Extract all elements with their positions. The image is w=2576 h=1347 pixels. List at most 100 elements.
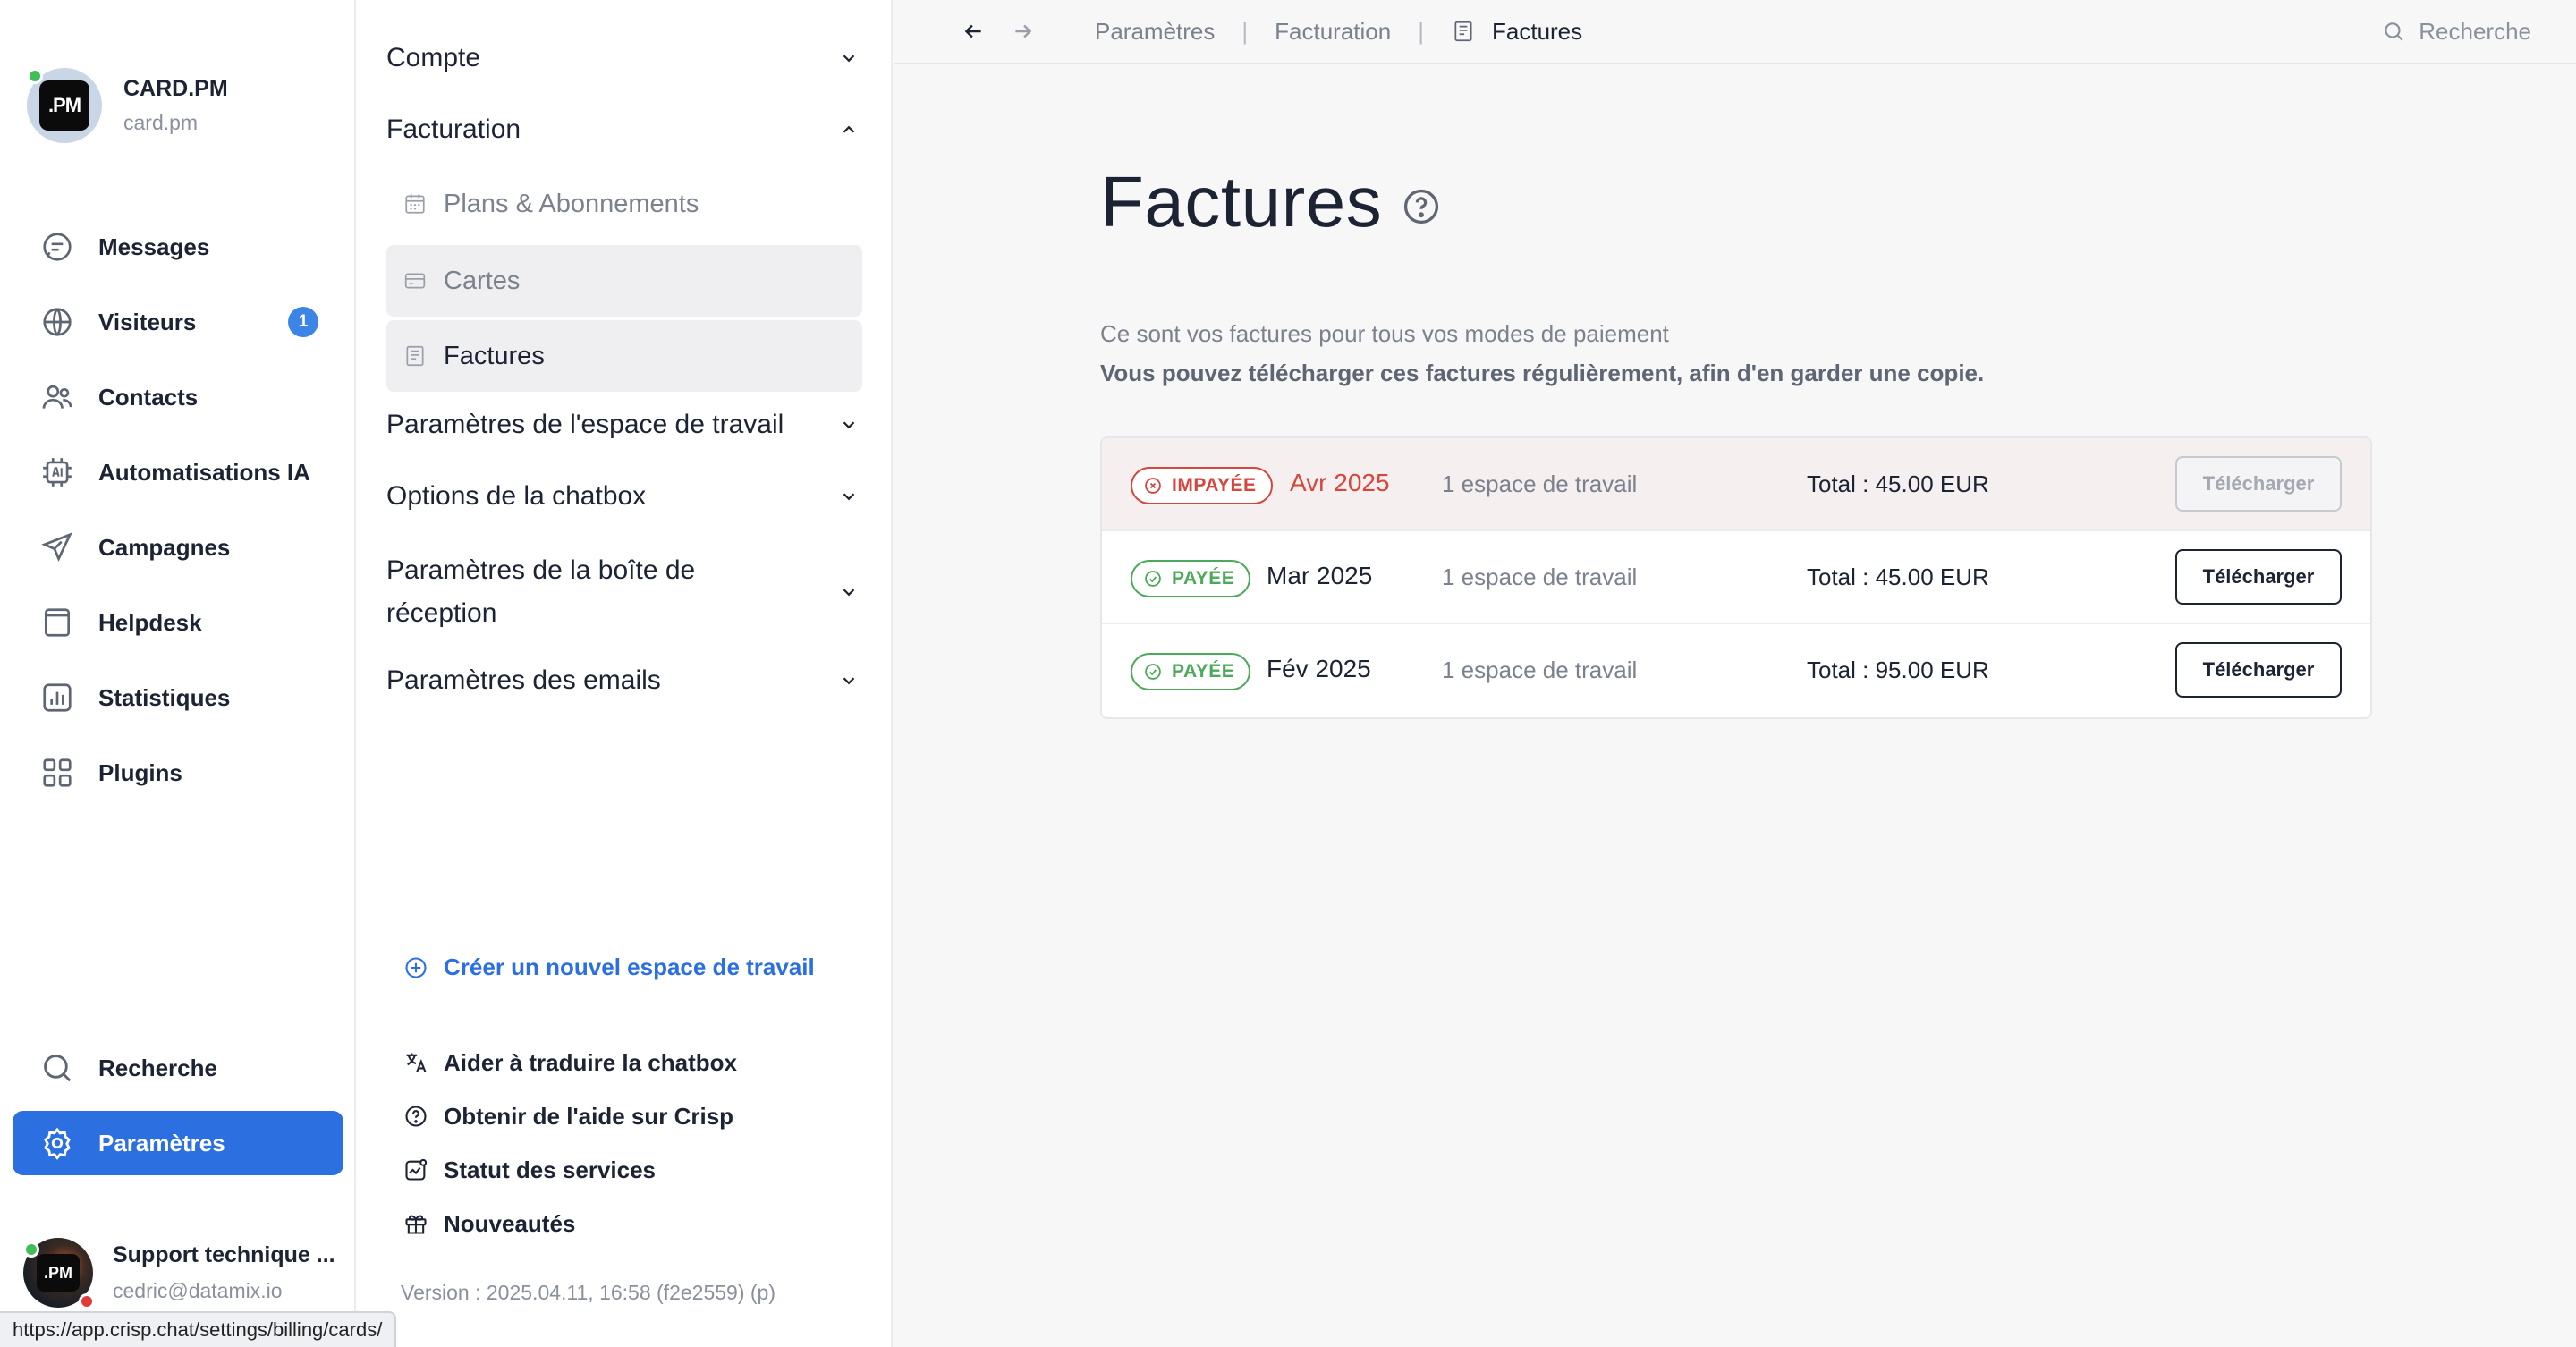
nav-item-parametres[interactable]: Paramètres — [13, 1111, 343, 1175]
plus-circle-icon — [402, 954, 429, 981]
workspace-avatar: .PM — [27, 68, 102, 143]
top-search-button[interactable]: Recherche — [2381, 0, 2531, 63]
nav-item-recherche[interactable]: Recherche — [13, 1036, 343, 1100]
gear-icon — [39, 1125, 75, 1161]
invoice-icon — [1451, 19, 1476, 44]
invoice-total: Total : 45.00 EUR — [1807, 563, 1989, 590]
status-badge: IMPAYÉE — [1131, 467, 1273, 504]
status-label: IMPAYÉE — [1172, 475, 1257, 496]
paper-plane-icon — [39, 529, 75, 565]
nav-item-helpdesk[interactable]: Helpdesk — [13, 590, 343, 655]
nav-item-contacts[interactable]: Contacts — [13, 365, 343, 429]
link-label: Statut des services — [444, 1156, 657, 1183]
breadcrumb-facturation[interactable]: Facturation — [1275, 18, 1391, 46]
breadcrumb-parametres[interactable]: Paramètres — [1095, 18, 1215, 46]
page-description: Ce sont vos factures pour tous vos modes… — [1100, 320, 1669, 347]
workspace-logo: .PM — [39, 80, 89, 131]
chevron-down-icon — [835, 667, 862, 694]
link-service-status[interactable]: Statut des services — [402, 1143, 737, 1197]
workspace-switcher[interactable]: .PM CARD.PM card.pm — [27, 68, 228, 143]
breadcrumb: Paramètres | Facturation | Factures — [1095, 18, 1582, 46]
chevron-down-icon — [835, 45, 862, 72]
download-button[interactable]: Télécharger — [2175, 642, 2342, 698]
section-label: Facturation — [386, 114, 521, 144]
messages-icon — [39, 229, 75, 265]
section-parametres-boite-reception[interactable]: Paramètres de la boîte de réception — [386, 549, 862, 635]
app-root: .PM CARD.PM card.pm Messages Visiteurs 1 — [0, 0, 2576, 1347]
link-translate-chatbox[interactable]: Aider à traduire la chatbox — [402, 1036, 737, 1089]
chart-icon — [39, 680, 75, 716]
download-button[interactable]: Télécharger — [2175, 456, 2342, 512]
section-label: Paramètres de la boîte de réception — [386, 549, 695, 635]
section-compte[interactable]: Compte — [386, 43, 862, 73]
nav-item-automatisations-ia[interactable]: Automatisations IA — [13, 440, 343, 504]
breadcrumb-separator: | — [1241, 17, 1249, 45]
nav-item-statistiques[interactable]: Statistiques — [13, 665, 343, 730]
online-status-dot — [27, 68, 43, 84]
workspace-name: CARD.PM — [123, 76, 228, 101]
chevron-down-icon — [835, 411, 862, 438]
invoice-total: Total : 95.00 EUR — [1807, 657, 1989, 683]
status-badge: PAYÉE — [1131, 560, 1251, 597]
online-status-dot — [23, 1241, 39, 1258]
chevron-down-icon — [835, 483, 862, 510]
section-label: Paramètres des emails — [386, 665, 661, 695]
nav-item-visiteurs[interactable]: Visiteurs 1 — [13, 290, 343, 354]
workspace-domain: card.pm — [123, 111, 199, 134]
check-circle-icon — [1143, 662, 1163, 682]
section-facturation[interactable]: Facturation — [386, 114, 862, 145]
main-sidebar: .PM CARD.PM card.pm Messages Visiteurs 1 — [0, 0, 356, 1347]
nav-item-plugins[interactable]: Plugins — [13, 741, 343, 805]
nav-label: Messages — [98, 233, 210, 260]
help-links: Aider à traduire la chatbox Obtenir de l… — [402, 1036, 737, 1250]
nav-label: Plugins — [98, 758, 182, 786]
table-row: PAYÉE Fév 2025 1 espace de travail Total… — [1102, 624, 2370, 717]
help-circle-icon — [402, 1103, 429, 1130]
link-get-help[interactable]: Obtenir de l'aide sur Crisp — [402, 1089, 737, 1143]
check-circle-icon — [1143, 569, 1163, 589]
page-title: Factures — [1100, 162, 1383, 241]
status-label: PAYÉE — [1172, 661, 1235, 682]
forward-arrow-icon[interactable] — [1005, 13, 1041, 49]
section-options-chatbox[interactable]: Options de la chatbox — [386, 481, 862, 512]
chevron-down-icon — [835, 579, 862, 606]
invoice-workspaces: 1 espace de travail — [1442, 563, 1638, 590]
user-profile[interactable]: .PM Support technique ... cedric@datamix… — [23, 1238, 335, 1309]
section-label-line2: réception — [386, 598, 497, 628]
help-circle-icon[interactable] — [1402, 187, 1441, 226]
breadcrumb-separator: | — [1418, 17, 1424, 45]
menu-item-cartes[interactable]: Cartes — [386, 245, 862, 317]
contacts-icon — [39, 379, 75, 415]
plugins-icon — [39, 755, 75, 791]
top-bar: Paramètres | Facturation | Factures Rech… — [894, 0, 2576, 64]
nav-label: Contacts — [98, 383, 199, 411]
sidebar-bottom-nav: Recherche Paramètres — [13, 1036, 343, 1186]
menu-item-label: Factures — [444, 341, 545, 370]
nav-item-messages[interactable]: Messages — [13, 215, 343, 279]
ai-chip-icon — [39, 454, 75, 490]
visitors-count-badge: 1 — [288, 307, 318, 337]
nav-label: Visiteurs — [98, 308, 197, 335]
nav-item-campagnes[interactable]: Campagnes — [13, 515, 343, 580]
invoice-total: Total : 45.00 EUR — [1807, 470, 1989, 497]
search-icon — [2381, 19, 2406, 44]
notification-dot — [79, 1293, 95, 1309]
link-preview-status-bar: https://app.crisp.chat/settings/billing/… — [0, 1311, 397, 1347]
download-button[interactable]: Télécharger — [2175, 549, 2342, 605]
create-workspace-link[interactable]: Créer un nouvel espace de travail — [402, 953, 815, 981]
page-header: Factures — [1100, 161, 1441, 243]
invoice-icon — [402, 343, 428, 369]
section-parametres-emails[interactable]: Paramètres des emails — [386, 665, 862, 696]
menu-item-plans-abonnements[interactable]: Plans & Abonnements — [386, 168, 862, 240]
search-icon — [39, 1050, 75, 1086]
nav-label: Campagnes — [98, 533, 231, 561]
avatar: .PM — [23, 1238, 95, 1309]
menu-item-label: Plans & Abonnements — [444, 189, 699, 218]
back-arrow-icon[interactable] — [955, 13, 991, 49]
menu-item-factures[interactable]: Factures — [386, 320, 862, 392]
nav-label: Paramètres — [98, 1129, 225, 1156]
top-search-label: Recherche — [2419, 17, 2531, 45]
link-whats-new[interactable]: Nouveautés — [402, 1197, 737, 1250]
invoice-period: Mar 2025 — [1267, 562, 1373, 589]
section-parametres-espace-travail[interactable]: Paramètres de l'espace de travail — [386, 410, 862, 440]
